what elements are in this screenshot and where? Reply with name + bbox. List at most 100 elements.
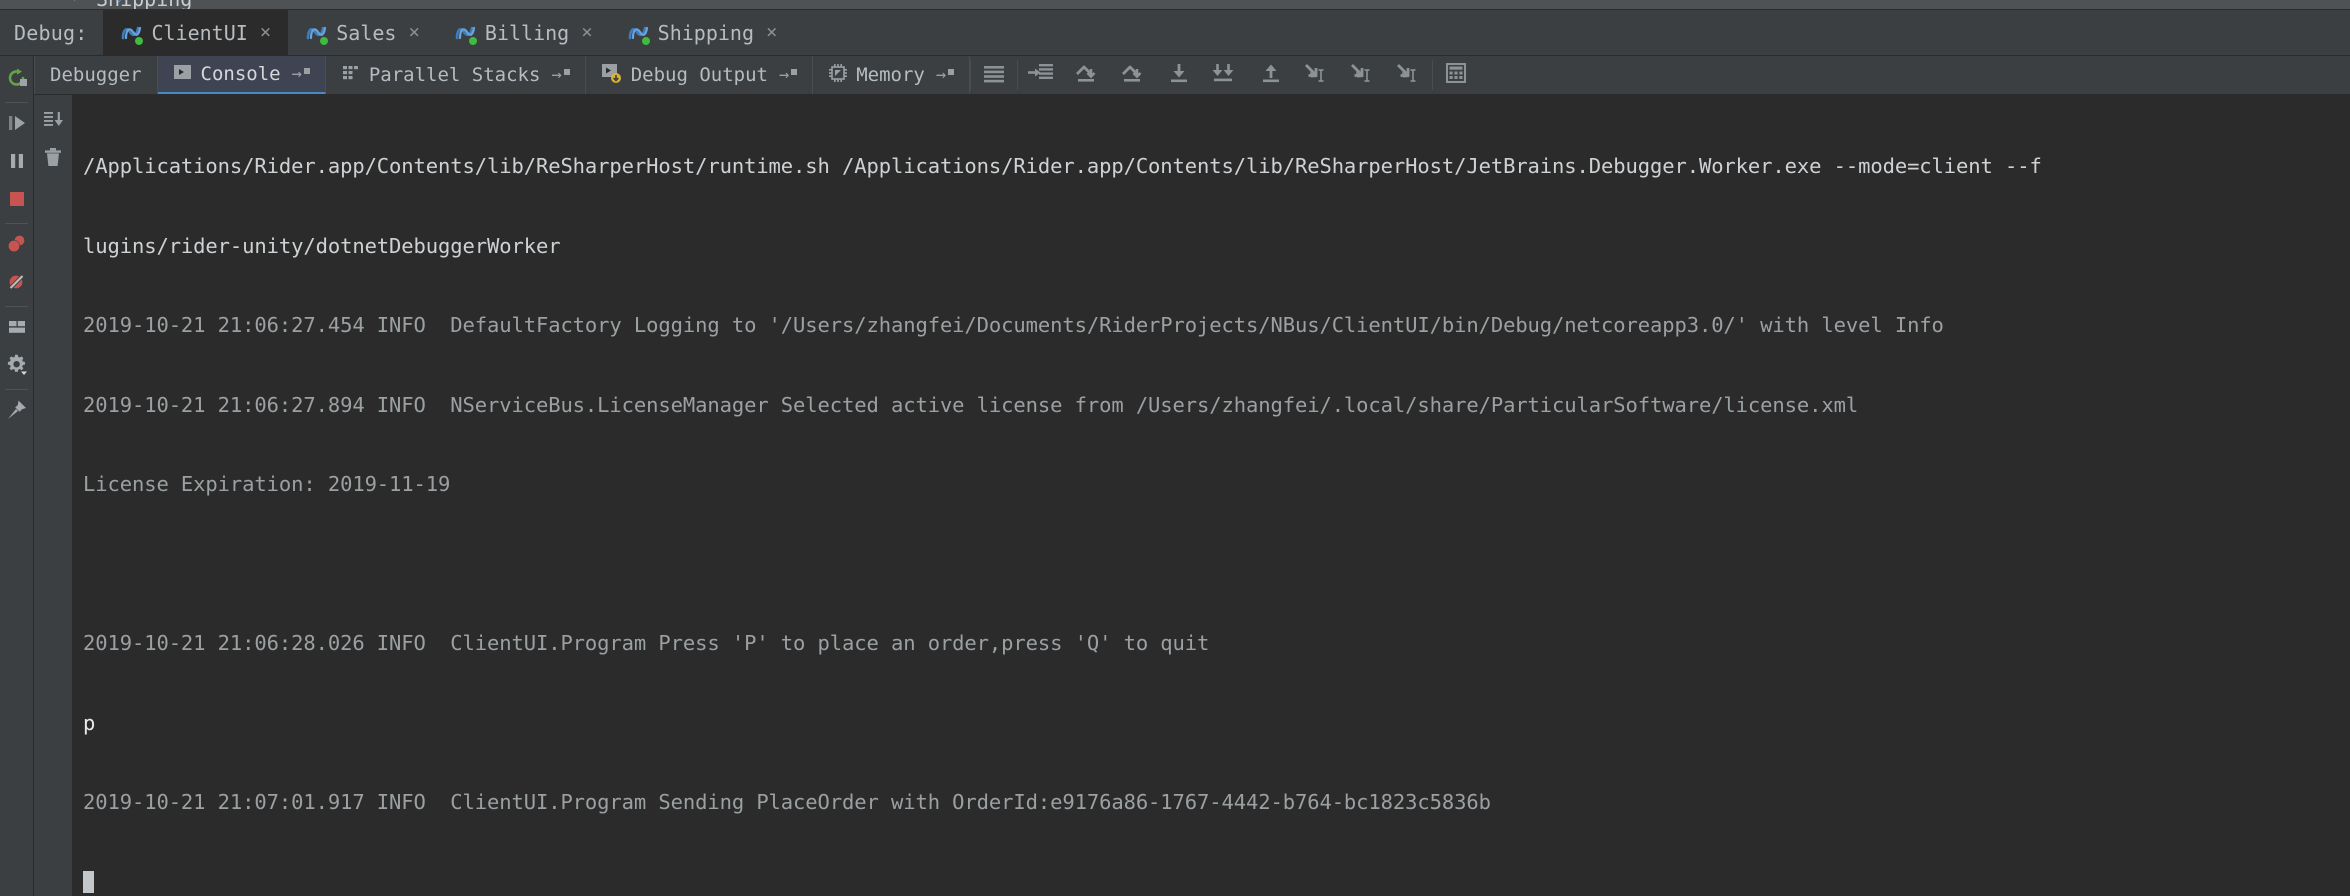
rerun-button[interactable] xyxy=(0,61,33,99)
debug-tool-tabs: Debugger Console → Parallel Stacks → Deb… xyxy=(34,56,2350,95)
scroll-to-end-button[interactable] xyxy=(34,102,72,140)
console-cursor-line xyxy=(83,869,2350,896)
session-tab-billing[interactable]: Billing × xyxy=(437,10,610,55)
console-line: lugins/rider-unity/dotnetDebuggerWorker xyxy=(83,233,561,258)
restore-layout-button[interactable] xyxy=(0,310,33,348)
console-text[interactable]: /Applications/Rider.app/Contents/lib/ReS… xyxy=(73,95,2350,896)
console-line: /Applications/Rider.app/Contents/lib/ReS… xyxy=(83,154,2042,178)
session-tab-label: Billing xyxy=(484,20,570,45)
calculator-icon xyxy=(1444,62,1468,88)
stop-button[interactable] xyxy=(0,182,33,220)
close-icon[interactable]: × xyxy=(408,23,419,42)
gear-icon xyxy=(5,353,29,381)
lines-icon xyxy=(981,62,1007,88)
step-out-button[interactable] xyxy=(1248,56,1294,94)
mute-breakpoints-icon xyxy=(5,270,29,298)
mute-breakpoints-button[interactable] xyxy=(0,265,33,303)
tab-label: Console xyxy=(200,63,281,85)
close-icon[interactable]: × xyxy=(260,23,271,42)
nservicebus-icon xyxy=(627,22,650,45)
run-to-cursor-3-button[interactable] xyxy=(1386,56,1432,94)
tab-debugger[interactable]: Debugger xyxy=(34,56,158,94)
session-tab-shipping[interactable]: Shipping × xyxy=(610,10,795,55)
tab-label: Debugger xyxy=(50,64,142,86)
status-dot xyxy=(641,36,650,45)
editor-tab-row-sliver: ▾ ∿ Shipping xyxy=(0,0,2350,10)
clear-all-button[interactable] xyxy=(34,140,72,178)
nservicebus-icon xyxy=(120,22,144,45)
pin-arrow-icon: → xyxy=(779,65,798,85)
debug-label: Debug: xyxy=(14,20,88,45)
stop-square-icon xyxy=(6,188,28,214)
rail-divider xyxy=(5,223,28,224)
debug-action-rail xyxy=(0,56,34,896)
console-line: 2019-10-21 21:06:27.454 INFO DefaultFact… xyxy=(83,313,1944,337)
step-over-icon xyxy=(1073,62,1101,88)
evaluate-expression-button[interactable] xyxy=(1433,56,1479,94)
memory-chip-icon xyxy=(828,63,848,88)
pin-tab-button[interactable] xyxy=(0,393,33,431)
tab-console[interactable]: Console → xyxy=(157,56,326,94)
run-to-cursor-icon xyxy=(1348,62,1378,88)
step-out-icon xyxy=(1258,62,1284,88)
pin-icon xyxy=(5,398,29,426)
bottom-left-corner xyxy=(0,886,33,896)
tab-label: Memory xyxy=(856,64,925,86)
console-gutter-toolbar xyxy=(34,95,73,896)
tab-parallel-stacks[interactable]: Parallel Stacks → xyxy=(326,56,586,94)
layout-icon xyxy=(6,316,28,342)
scroll-to-end-icon xyxy=(42,108,64,134)
text-cursor xyxy=(83,870,94,893)
debug-body: Debugger Console → Parallel Stacks → Deb… xyxy=(0,56,2350,896)
pause-program-button[interactable] xyxy=(0,144,33,182)
pin-arrow-icon: → xyxy=(292,64,310,84)
settings-button[interactable] xyxy=(0,348,33,386)
force-step-into-icon xyxy=(1027,62,1055,88)
status-dot xyxy=(468,36,477,45)
breakpoints-icon xyxy=(5,232,29,260)
tab-label: Debug Output xyxy=(630,64,768,86)
console-line: 2019-10-21 21:06:27.894 INFO NServiceBus… xyxy=(83,392,1859,417)
nservicebus-icon xyxy=(305,22,329,45)
force-step-into-button[interactable] xyxy=(1018,56,1064,94)
rerun-icon xyxy=(6,67,28,93)
console-input-echo: p xyxy=(83,710,96,735)
status-dot xyxy=(320,36,329,45)
tab-label: Parallel Stacks xyxy=(368,64,541,86)
parallel-stacks-icon xyxy=(341,63,361,88)
resume-program-button[interactable] xyxy=(0,106,33,144)
session-tab-sales[interactable]: Sales × xyxy=(288,10,437,55)
pause-icon xyxy=(6,150,28,176)
session-tab-label: Sales xyxy=(336,20,397,45)
step-over-button[interactable] xyxy=(1064,56,1110,94)
force-step-into-down-icon xyxy=(1210,62,1240,88)
console-panel: Debugger Console → Parallel Stacks → Deb… xyxy=(34,56,2350,896)
pin-arrow-icon: → xyxy=(936,65,955,85)
step-into-icon xyxy=(1166,62,1192,88)
resume-icon xyxy=(6,112,28,138)
trash-icon xyxy=(42,146,64,172)
run-to-cursor-button[interactable] xyxy=(1294,56,1340,94)
pin-arrow-icon: → xyxy=(551,65,570,85)
console-line: 2019-10-21 21:07:01.917 INFO ClientUI.Pr… xyxy=(83,790,1491,814)
step-over-2-button[interactable] xyxy=(1110,56,1156,94)
console-line: 2019-10-21 21:06:28.026 INFO ClientUI.Pr… xyxy=(83,631,1210,655)
step-into-button[interactable] xyxy=(1156,56,1202,94)
force-step-into-2-button[interactable] xyxy=(1202,56,1248,94)
debug-session-tab-bar: Debug: ClientUI × Sales × Billing × Ship… xyxy=(0,10,2350,56)
debug-output-icon xyxy=(601,62,623,89)
console-line: License Expiration: 2019-11-19 xyxy=(83,472,451,496)
view-breakpoints-button[interactable] xyxy=(0,227,33,265)
chevron-down-icon: ▾ xyxy=(70,0,79,6)
show-all-frames-button[interactable] xyxy=(971,56,1017,94)
close-icon[interactable]: × xyxy=(581,23,592,42)
tab-debug-output[interactable]: Debug Output → xyxy=(586,56,814,94)
session-tab-clientui[interactable]: ClientUI × xyxy=(103,10,289,55)
run-to-cursor-2-button[interactable] xyxy=(1340,56,1386,94)
console-output-area: /Applications/Rider.app/Contents/lib/ReS… xyxy=(34,95,2350,896)
close-icon[interactable]: × xyxy=(766,23,777,42)
tab-memory[interactable]: Memory → xyxy=(813,56,971,94)
run-to-cursor-icon xyxy=(1302,62,1332,88)
